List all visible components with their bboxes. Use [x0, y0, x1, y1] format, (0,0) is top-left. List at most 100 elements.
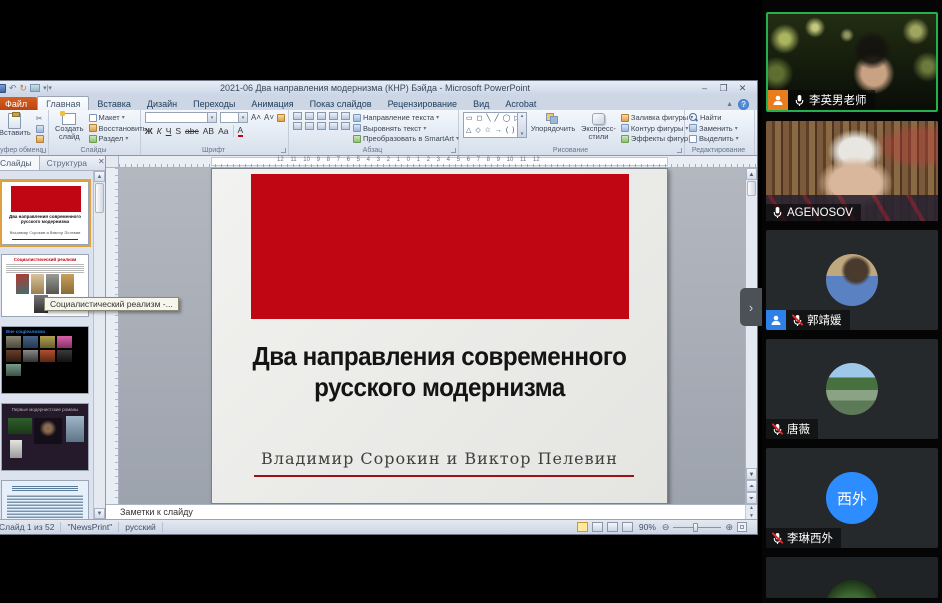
- bold-button[interactable]: Ж: [145, 126, 153, 136]
- slide-thumbnail-5[interactable]: [1, 480, 89, 519]
- video-tile-6[interactable]: [766, 557, 938, 598]
- tab-transitions[interactable]: Переходы: [185, 97, 243, 110]
- normal-view-icon[interactable]: [577, 522, 588, 532]
- grow-font-icon[interactable]: A˄: [251, 113, 261, 122]
- increase-indent-icon[interactable]: [329, 112, 338, 120]
- drawing-dialog-launcher[interactable]: [677, 148, 682, 153]
- help-icon[interactable]: ?: [738, 99, 749, 110]
- scroll-down-icon[interactable]: ▼: [746, 468, 757, 480]
- panel-scroll-down-icon[interactable]: ▼: [94, 508, 105, 519]
- shrink-font-icon[interactable]: A˅: [264, 113, 274, 122]
- columns-icon[interactable]: [341, 122, 350, 130]
- language-indicator[interactable]: русский: [119, 522, 163, 532]
- restore-button[interactable]: ❐: [715, 83, 732, 94]
- zoom-in-icon[interactable]: ⊕: [725, 522, 733, 533]
- close-button[interactable]: ✕: [734, 83, 751, 94]
- justify-icon[interactable]: [329, 122, 338, 130]
- shapes-gallery[interactable]: ▭ ◻ ╲ ╱ ◯ ▷ △ ◇ ☆ → ( ) ▴▾: [463, 112, 527, 138]
- zoom-level[interactable]: 90%: [637, 522, 658, 532]
- slideshow-view-icon[interactable]: [622, 522, 633, 532]
- copy-icon[interactable]: [36, 125, 44, 133]
- select-button[interactable]: Выделить▾: [689, 134, 739, 143]
- next-slide-icon[interactable]: ⏷: [746, 492, 757, 504]
- fit-to-window-icon[interactable]: [737, 522, 747, 532]
- tab-outline[interactable]: Структура: [40, 156, 94, 170]
- replace-button[interactable]: Заменить▾: [689, 124, 739, 133]
- notes-pane[interactable]: Заметки к слайду ▲▼: [106, 504, 757, 519]
- tab-slideshow[interactable]: Показ слайдов: [302, 97, 380, 110]
- font-size-select[interactable]: ▾: [220, 112, 248, 123]
- clear-formatting-icon[interactable]: [277, 114, 285, 122]
- new-slide-button[interactable]: Создать слайд: [53, 112, 86, 144]
- slide-thumbnail-1[interactable]: Два направления современного русского мо…: [1, 181, 89, 245]
- shape-outline-button[interactable]: Контур фигуры▾: [621, 124, 693, 133]
- tab-view[interactable]: Вид: [465, 97, 497, 110]
- vertical-scrollbar[interactable]: ▲ ▼ ⏶ ⏷: [745, 168, 757, 504]
- character-spacing-button[interactable]: АВ: [203, 126, 214, 136]
- slide-title[interactable]: Два направления современного русского мо…: [237, 341, 642, 402]
- reset-button[interactable]: Восстановить: [89, 124, 147, 133]
- zoom-out-icon[interactable]: ⊖: [662, 522, 670, 533]
- previous-slide-icon[interactable]: ⏶: [746, 480, 757, 492]
- tab-animations[interactable]: Анимация: [243, 97, 301, 110]
- decrease-indent-icon[interactable]: [317, 112, 326, 120]
- strikethrough-button[interactable]: abc: [185, 126, 199, 136]
- slide-red-rectangle[interactable]: [251, 174, 629, 319]
- collapse-video-panel-handle[interactable]: ›: [740, 288, 762, 326]
- zoom-slider[interactable]: [673, 522, 721, 532]
- find-button[interactable]: Найти: [689, 113, 739, 122]
- notes-scrollbar[interactable]: ▲▼: [745, 505, 757, 519]
- scroll-up-icon[interactable]: ▲: [746, 168, 757, 180]
- font-name-select[interactable]: ▾: [145, 112, 217, 123]
- line-spacing-icon[interactable]: [341, 112, 350, 120]
- format-painter-icon[interactable]: [36, 135, 44, 143]
- section-button[interactable]: Раздел▾: [89, 134, 147, 143]
- paste-button[interactable]: Вставить: [0, 112, 33, 144]
- scrollbar-thumb[interactable]: [747, 181, 756, 196]
- cut-icon[interactable]: ✂: [36, 114, 44, 123]
- align-left-icon[interactable]: [293, 122, 302, 130]
- tab-review[interactable]: Рецензирование: [380, 97, 466, 110]
- tab-slides-thumbnails[interactable]: Слайды: [0, 156, 40, 170]
- align-text-button[interactable]: Выровнять текст▾: [353, 124, 459, 133]
- minimize-ribbon-icon[interactable]: ▲: [726, 101, 733, 108]
- slide-editing-area[interactable]: Два направления современного русского мо…: [119, 168, 745, 504]
- slides-panel-scrollbar[interactable]: ▲ ▼: [93, 171, 105, 519]
- shape-fill-button[interactable]: Заливка фигуры▾: [621, 113, 693, 122]
- change-case-button[interactable]: Aa: [218, 126, 228, 136]
- font-dialog-launcher[interactable]: [281, 148, 286, 153]
- video-tile-4[interactable]: 唐薇: [766, 339, 938, 439]
- video-tile-5[interactable]: 西外 李琳西外: [766, 448, 938, 548]
- tab-home[interactable]: Главная: [37, 96, 89, 110]
- slide-subtitle[interactable]: Владимир Сорокин и Виктор Пелевин: [212, 449, 667, 468]
- reading-view-icon[interactable]: [607, 522, 618, 532]
- italic-button[interactable]: К: [157, 126, 162, 136]
- tab-design[interactable]: Дизайн: [139, 97, 185, 110]
- slide-thumbnail-3[interactable]: Вне соцреализма: [1, 326, 89, 394]
- panel-scroll-up-icon[interactable]: ▲: [94, 171, 105, 182]
- paragraph-dialog-launcher[interactable]: [451, 148, 456, 153]
- video-tile-2[interactable]: AGENOSOV: [766, 121, 938, 221]
- shape-effects-button[interactable]: Эффекты фигур▾: [621, 134, 693, 143]
- bullets-icon[interactable]: [293, 112, 302, 120]
- shadow-button[interactable]: S: [175, 126, 181, 136]
- numbering-icon[interactable]: [305, 112, 314, 120]
- convert-smartart-button[interactable]: Преобразовать в SmartArt▾: [353, 134, 459, 143]
- tab-insert[interactable]: Вставка: [89, 97, 138, 110]
- video-tile-3[interactable]: 郭靖媛: [766, 230, 938, 330]
- notes-placeholder[interactable]: Заметки к слайду: [106, 507, 745, 517]
- tab-acrobat[interactable]: Acrobat: [497, 97, 544, 110]
- slide-canvas[interactable]: Два направления современного русского мо…: [211, 168, 668, 504]
- arrange-button[interactable]: Упорядочить: [530, 112, 576, 144]
- quick-styles-button[interactable]: Экспресс-стили: [579, 112, 618, 144]
- clipboard-dialog-launcher[interactable]: [41, 148, 46, 153]
- align-center-icon[interactable]: [305, 122, 314, 130]
- minimize-button[interactable]: –: [696, 83, 713, 94]
- font-color-button[interactable]: А: [238, 125, 244, 137]
- align-right-icon[interactable]: [317, 122, 326, 130]
- layout-button[interactable]: Макет▾: [89, 113, 147, 122]
- shapes-gallery-scrollbar[interactable]: ▴▾: [517, 113, 526, 137]
- theme-name[interactable]: "NewsPrint": [61, 522, 119, 532]
- underline-button[interactable]: Ч: [166, 126, 172, 136]
- slide-sorter-view-icon[interactable]: [592, 522, 603, 532]
